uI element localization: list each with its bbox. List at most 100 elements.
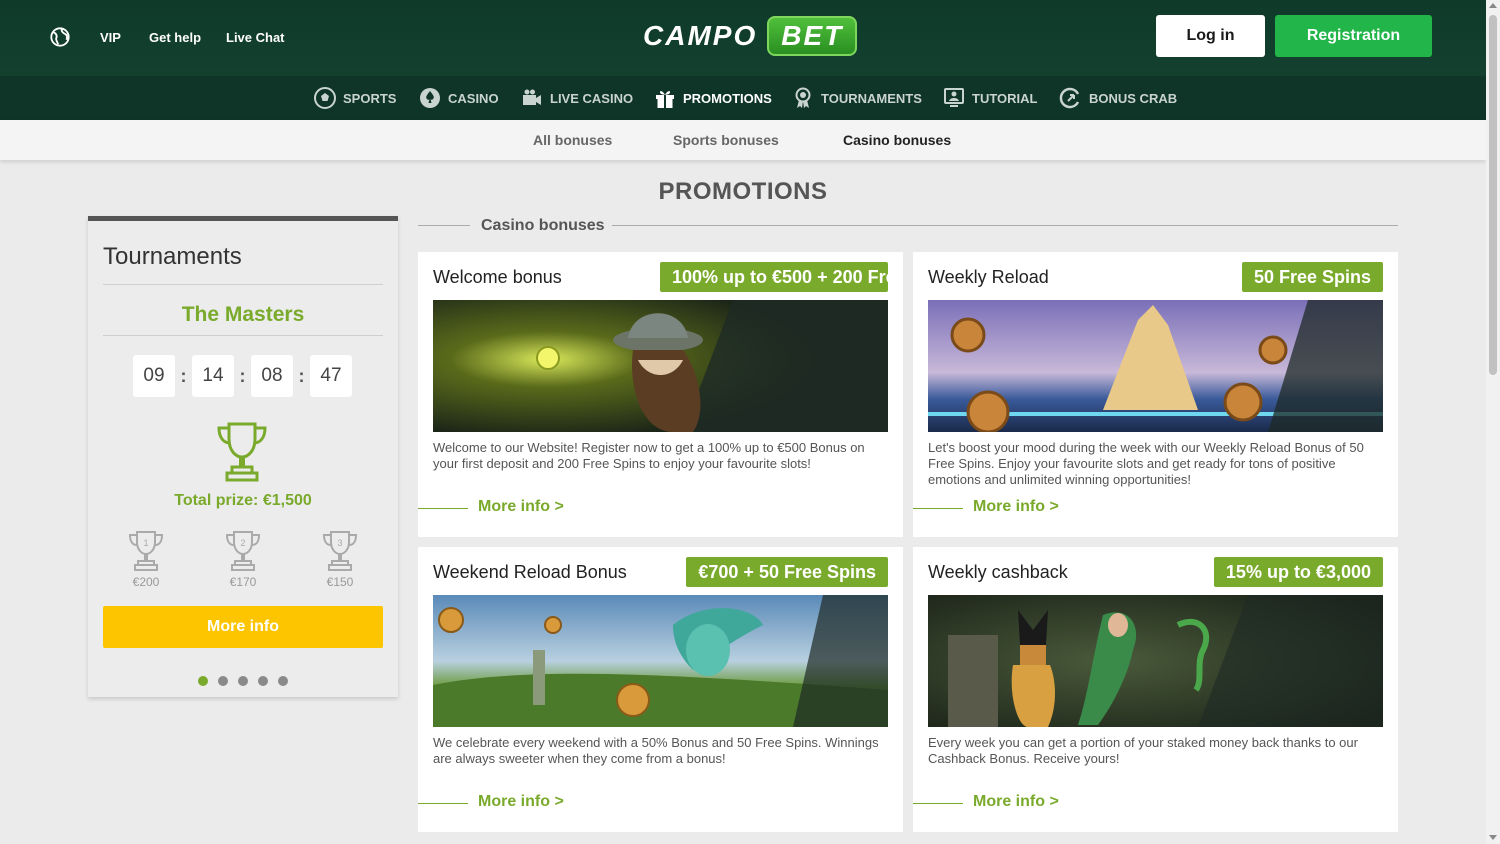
countdown-days: 09 xyxy=(133,355,175,397)
countdown-timer: 09 : 14 : 08 : 47 xyxy=(133,355,352,397)
svg-text:3: 3 xyxy=(337,538,342,548)
nav-tournaments[interactable]: TOURNAMENTS xyxy=(791,85,922,111)
nav-label: TOURNAMENTS xyxy=(821,90,922,106)
countdown-separator: : xyxy=(180,365,187,386)
medal-icon xyxy=(795,87,811,108)
casino-chip-icon xyxy=(420,88,440,108)
logo-text-bet: BET xyxy=(767,16,858,56)
bonus-image[interactable] xyxy=(928,300,1383,432)
scrollbar-thumb[interactable] xyxy=(1489,15,1497,375)
nav-live-casino[interactable]: LIVE CASINO xyxy=(520,85,633,111)
filter-casino-bonuses[interactable]: Casino bonuses xyxy=(843,132,951,148)
filter-sports-bonuses[interactable]: Sports bonuses xyxy=(673,132,779,148)
more-info-link[interactable]: More info > xyxy=(973,498,1059,516)
carousel-dot-3[interactable] xyxy=(238,676,248,686)
svg-text:1: 1 xyxy=(143,538,148,548)
trophy-2-icon: 2 xyxy=(225,531,261,571)
bonus-filter-nav: All bonuses Sports bonuses Casino bonuse… xyxy=(0,120,1486,160)
bonus-image[interactable] xyxy=(433,300,888,432)
prize-second: 2 €170 xyxy=(223,530,263,589)
bonus-description: Welcome to our Website! Register now to … xyxy=(433,440,865,471)
bonus-card-weekly-reload[interactable]: Weekly Reload 50 Free Spins Let's boost … xyxy=(913,252,1398,537)
nav-bonus-crab[interactable]: BONUS CRAB xyxy=(1059,85,1177,111)
bonus-badge: 100% up to €500 + 200 Free Spins xyxy=(660,262,888,292)
nav-casino[interactable]: CASINO xyxy=(418,85,499,111)
countdown-separator: : xyxy=(298,365,305,386)
carousel-dot-1[interactable] xyxy=(198,676,208,686)
site-logo[interactable]: CAMPO BET xyxy=(643,14,858,58)
nav-label: CASINO xyxy=(448,90,499,106)
countdown-minutes: 08 xyxy=(251,355,293,397)
more-info-link[interactable]: More info > xyxy=(478,793,564,811)
tournament-more-info-button[interactable]: More info xyxy=(103,606,383,648)
nav-label: PROMOTIONS xyxy=(683,90,772,106)
page-scrollbar[interactable] xyxy=(1486,0,1500,844)
vip-link[interactable]: VIP xyxy=(100,30,121,45)
registration-button[interactable]: Registration xyxy=(1275,15,1432,57)
prize-amount: €200 xyxy=(132,575,160,589)
bonus-card-welcome[interactable]: Welcome bonus 100% up to €500 + 200 Free… xyxy=(418,252,903,537)
prize-first: 1 €200 xyxy=(126,530,166,589)
divider xyxy=(103,335,383,336)
bonus-card-weekly-cashback[interactable]: Weekly cashback 15% up to €3,000 Every w… xyxy=(913,547,1398,832)
carousel-dot-2[interactable] xyxy=(218,676,228,686)
total-prize: Total prize: €1,500 xyxy=(174,492,312,509)
filter-all-bonuses[interactable]: All bonuses xyxy=(533,132,612,148)
bonus-title: Weekend Reload Bonus xyxy=(433,562,627,582)
scroll-up-arrow-icon[interactable] xyxy=(1489,3,1497,8)
prize-third: 3 €150 xyxy=(320,530,360,589)
countdown-hours: 14 xyxy=(192,355,234,397)
get-help-link[interactable]: Get help xyxy=(149,30,201,45)
bonus-description: We celebrate every weekend with a 50% Bo… xyxy=(433,735,879,766)
bonus-badge: 15% up to €3,000 xyxy=(1213,557,1383,587)
bonus-title: Weekly Reload xyxy=(928,267,1049,287)
more-info-link[interactable]: More info > xyxy=(478,498,564,516)
bonus-description: Every week you can get a portion of your… xyxy=(928,735,1358,766)
logo-text-campo: CAMPO xyxy=(643,20,758,51)
trophy-icon xyxy=(217,422,267,482)
trophy-1-icon: 1 xyxy=(128,531,164,571)
countdown-separator: : xyxy=(239,365,246,386)
carousel-dot-4[interactable] xyxy=(258,676,268,686)
bonus-image[interactable] xyxy=(433,595,888,727)
main-nav: SPORTS CASINO LIVE CASINO PROMOTIONS TOU… xyxy=(0,76,1486,120)
bonus-crab-icon xyxy=(1059,87,1080,109)
section-rule xyxy=(612,225,1398,226)
live-chat-link[interactable]: Live Chat xyxy=(226,30,285,45)
tournament-widget: Tournaments The Masters 09 : 14 : 08 : 4… xyxy=(88,216,398,697)
nav-label: BONUS CRAB xyxy=(1089,90,1178,106)
carousel-dot-5[interactable] xyxy=(278,676,288,686)
bonus-title: Welcome bonus xyxy=(433,267,562,287)
bonus-card-weekend-reload[interactable]: Weekend Reload Bonus €700 + 50 Free Spin… xyxy=(418,547,903,832)
trophy-3-icon: 3 xyxy=(322,531,358,571)
login-button[interactable]: Log in xyxy=(1156,15,1265,57)
nav-tutorial[interactable]: TUTORIAL xyxy=(942,85,1037,111)
more-info-rule xyxy=(913,803,963,804)
page-title: PROMOTIONS xyxy=(658,178,828,205)
nav-promotions[interactable]: PROMOTIONS xyxy=(653,85,772,111)
site-header: VIP Get help Live Chat CAMPO BET Log in … xyxy=(0,0,1486,120)
carousel-dots xyxy=(198,676,298,686)
soccer-ball-icon xyxy=(314,87,336,109)
more-info-link[interactable]: More info > xyxy=(973,793,1059,811)
tournament-name: The Masters xyxy=(181,303,305,326)
prize-amount: €150 xyxy=(326,575,354,589)
prize-amount: €170 xyxy=(229,575,257,589)
globe-icon[interactable] xyxy=(49,26,71,48)
divider xyxy=(103,284,383,285)
bonus-description: Let's boost your mood during the week wi… xyxy=(928,440,1364,487)
nav-label: LIVE CASINO xyxy=(550,90,634,106)
countdown-seconds: 47 xyxy=(310,355,352,397)
svg-text:2: 2 xyxy=(240,538,245,548)
scroll-down-arrow-icon[interactable] xyxy=(1489,835,1497,840)
bonus-image[interactable] xyxy=(928,595,1383,727)
more-info-rule xyxy=(418,803,468,804)
section-heading: Casino bonuses xyxy=(481,217,605,234)
top-row: VIP Get help Live Chat CAMPO BET Log in … xyxy=(0,0,1486,76)
nav-sports[interactable]: SPORTS xyxy=(313,85,396,111)
bonus-badge: €700 + 50 Free Spins xyxy=(686,557,888,587)
tournament-heading: Tournaments xyxy=(103,243,242,270)
more-info-rule xyxy=(418,508,468,509)
section-rule xyxy=(418,225,470,226)
bonus-title: Weekly cashback xyxy=(928,562,1068,582)
